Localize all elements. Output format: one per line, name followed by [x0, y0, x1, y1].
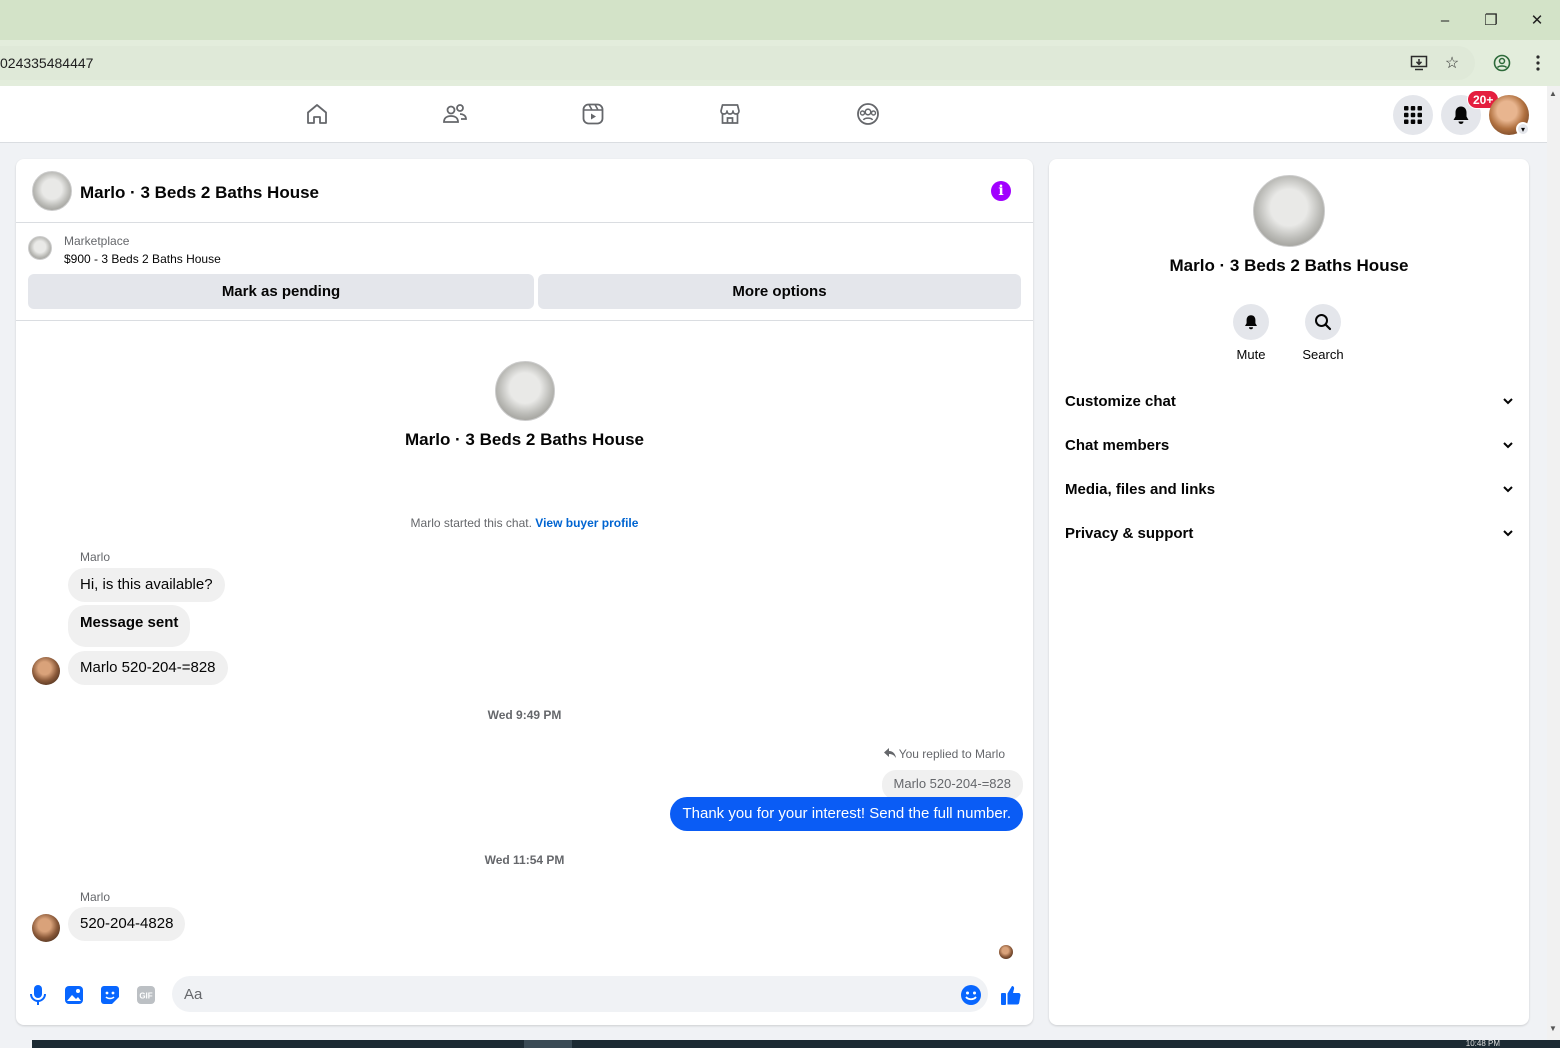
taskbar-clock: 10:48 PM — [1465, 1039, 1500, 1048]
section-customize-chat[interactable]: Customize chat — [1065, 383, 1513, 419]
view-buyer-profile-link[interactable]: View buyer profile — [535, 516, 638, 530]
os-taskbar: 10:48 PM — [32, 1039, 1560, 1048]
sender-avatar[interactable] — [32, 657, 60, 685]
chat-header: Marlo · 3 Beds 2 Baths House i — [16, 159, 1033, 223]
reply-label: You replied to Marlo — [883, 747, 1005, 761]
facebook-navbar: 20+ ▾ — [0, 86, 1547, 143]
install-app-icon[interactable] — [1408, 52, 1430, 74]
url-text[interactable]: 024335484447 — [0, 55, 93, 71]
profile-icon[interactable] — [1491, 52, 1513, 74]
browser-menu-icon[interactable] — [1527, 52, 1549, 74]
section-title: Customize chat — [1065, 392, 1176, 410]
message-composer: GIF — [16, 971, 1033, 1025]
sender-name: Marlo — [80, 890, 111, 904]
message-bubble[interactable]: Message sent — [68, 605, 191, 647]
timestamp: Wed 9:49 PM — [487, 708, 562, 722]
minimize-button[interactable]: – — [1422, 6, 1468, 34]
chat-title[interactable]: Marlo · 3 Beds 2 Baths House — [80, 183, 319, 203]
address-bar[interactable]: 024335484447 ☆ — [0, 46, 1475, 80]
section-title: Chat members — [1065, 436, 1170, 454]
message-bubble[interactable]: Hi, is this available? — [68, 568, 225, 602]
listing-source: Marketplace — [64, 234, 130, 248]
listing-item[interactable]: $900 - 3 Beds 2 Baths House — [64, 252, 221, 266]
started-text: Marlo started this chat. — [410, 516, 532, 530]
search-icon — [1305, 304, 1341, 340]
svg-text:GIF: GIF — [139, 992, 152, 1001]
info-title: Marlo · 3 Beds 2 Baths House — [1169, 256, 1409, 275]
browser-toolbar: 024335484447 ☆ — [0, 40, 1560, 86]
reply-label-text: You replied to Marlo — [898, 747, 1005, 761]
section-media-files-links[interactable]: Media, files and links — [1065, 471, 1513, 507]
friends-icon[interactable] — [441, 100, 469, 128]
outgoing-message-bubble[interactable]: Thank you for your interest! Send the fu… — [670, 797, 1023, 831]
section-title: Media, files and links — [1065, 480, 1216, 498]
video-icon[interactable] — [579, 100, 607, 128]
close-window-button[interactable]: ✕ — [1514, 6, 1560, 34]
scroll-down-icon[interactable]: ▼ — [1549, 1024, 1557, 1033]
seen-indicator-avatar — [999, 945, 1013, 959]
mark-pending-button[interactable]: Mark as pending — [28, 274, 534, 309]
scroll-up-icon[interactable]: ▲ — [1549, 89, 1557, 98]
page-scrollbar[interactable]: ▲ ▼ — [1547, 86, 1560, 1040]
like-thumbs-up-icon[interactable] — [999, 983, 1023, 1007]
chevron-down-icon — [1503, 482, 1513, 496]
section-chat-members[interactable]: Chat members — [1065, 427, 1513, 463]
menu-grid-button[interactable] — [1393, 95, 1433, 135]
message-bubble[interactable]: 520-204-4828 — [68, 907, 186, 941]
mute-button[interactable]: Mute — [1221, 304, 1281, 362]
microphone-icon[interactable] — [26, 983, 50, 1007]
chat-panel: Marlo · 3 Beds 2 Baths House i Marketpla… — [16, 159, 1033, 1025]
grid-icon — [1404, 106, 1422, 124]
chevron-down-icon — [1503, 438, 1513, 452]
info-icon[interactable]: i — [991, 181, 1011, 201]
home-icon[interactable] — [303, 100, 331, 128]
listing-avatar[interactable] — [32, 171, 72, 211]
conversation-info-panel: Marlo · 3 Beds 2 Baths House Mute Search… — [1049, 159, 1529, 1025]
search-label: Search — [1302, 347, 1344, 362]
message-bubble[interactable]: Marlo 520-204-=828 — [68, 651, 228, 685]
section-privacy-support[interactable]: Privacy & support — [1065, 515, 1513, 551]
timestamp: Wed 11:54 PM — [484, 853, 565, 867]
emoji-icon[interactable] — [959, 983, 983, 1007]
bookmark-star-icon[interactable]: ☆ — [1441, 52, 1463, 74]
browser-titlebar: – ❐ ✕ — [0, 0, 1560, 40]
intro-title: Marlo · 3 Beds 2 Baths House — [404, 430, 644, 449]
more-options-button[interactable]: More options — [538, 274, 1021, 309]
sender-name: Marlo — [80, 550, 111, 564]
gif-icon[interactable]: GIF — [134, 983, 158, 1007]
sender-avatar[interactable] — [32, 914, 60, 942]
listing-thumbnail[interactable] — [28, 236, 52, 260]
quoted-message[interactable]: Marlo 520-204-=828 — [881, 770, 1023, 800]
section-title: Privacy & support — [1065, 524, 1194, 542]
listing-banner: Marketplace $900 - 3 Beds 2 Baths House … — [16, 223, 1033, 321]
sticker-icon[interactable] — [98, 983, 122, 1007]
restore-button[interactable]: ❐ — [1468, 6, 1514, 34]
bell-icon — [1233, 304, 1269, 340]
taskbar-active-item[interactable] — [524, 1040, 572, 1048]
marketplace-icon[interactable] — [716, 100, 744, 128]
intro-avatar — [495, 361, 555, 421]
info-avatar[interactable] — [1253, 175, 1325, 247]
chevron-down-icon — [1503, 526, 1513, 540]
groups-icon[interactable] — [854, 100, 882, 128]
message-input[interactable] — [172, 976, 988, 1012]
search-button[interactable]: Search — [1293, 304, 1353, 362]
bell-icon — [1453, 106, 1469, 124]
chat-started-notice: Marlo started this chat. View buyer prof… — [16, 516, 1033, 530]
mute-label: Mute — [1236, 347, 1266, 362]
reply-arrow-icon — [883, 747, 899, 761]
chevron-down-icon[interactable]: ▾ — [1516, 122, 1530, 136]
chevron-down-icon — [1503, 394, 1513, 408]
photo-icon[interactable] — [62, 983, 86, 1007]
